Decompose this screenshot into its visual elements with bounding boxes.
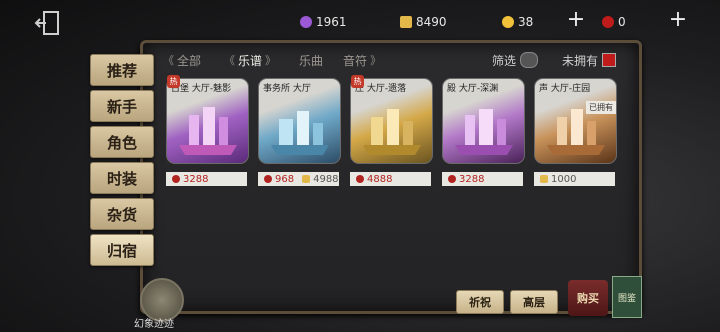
side-tab-goods[interactable]: 杂货 bbox=[90, 198, 154, 230]
buy-button[interactable]: 购买 bbox=[568, 280, 608, 316]
puzzle-currency: 8490 bbox=[400, 12, 447, 32]
price-tag: 4888 bbox=[350, 172, 431, 186]
item-art: 声 大厅-庄园 已拥有 bbox=[534, 78, 617, 164]
item-card[interactable]: 殿 大厅-深渊 3288 bbox=[442, 78, 525, 186]
filter-tab-all[interactable]: 《全部 bbox=[160, 52, 201, 69]
item-card[interactable]: 古堡 大厅-魅影 热 3288 bbox=[166, 75, 249, 186]
item-card[interactable]: 声 大厅-庄园 已拥有 1000 bbox=[534, 78, 617, 186]
owned-badge: 已拥有 bbox=[586, 101, 616, 114]
price-tag: 3288 bbox=[442, 172, 523, 186]
gold-currency: 38 bbox=[502, 12, 533, 32]
not-owned-checkbox[interactable] bbox=[602, 53, 616, 67]
item-art: 殿 大厅-深渊 bbox=[442, 78, 525, 164]
puzzle-icon bbox=[302, 175, 311, 183]
filter-tab-score[interactable]: 《乐谱》 bbox=[221, 52, 279, 69]
price-tag: 1000 bbox=[534, 172, 615, 186]
price-tag: 3288 bbox=[166, 172, 247, 186]
catalog-button[interactable]: 图鉴 bbox=[612, 276, 642, 318]
avatar-label: 幻象迹迹 bbox=[134, 319, 174, 330]
side-tab-character[interactable]: 角色 bbox=[90, 126, 154, 158]
music-box-art-icon bbox=[455, 109, 513, 155]
filter-bar: 《全部 《乐谱》 乐曲 音符》 bbox=[160, 48, 620, 72]
not-owned-label: 未拥有 bbox=[562, 54, 599, 68]
item-card[interactable]: 庄 大厅-遗落 热 4888 bbox=[350, 75, 433, 186]
red-token-icon bbox=[264, 175, 272, 183]
side-tab-home[interactable]: 归宿 bbox=[90, 234, 154, 266]
item-card[interactable]: 事务所 大厅 968 4988 bbox=[258, 78, 341, 186]
music-box-art-icon bbox=[179, 107, 237, 155]
item-art: 事务所 大厅 bbox=[258, 78, 341, 164]
high-button[interactable]: 高层 bbox=[510, 290, 558, 314]
side-tab-fashion[interactable]: 时装 bbox=[90, 162, 154, 194]
music-box-art-icon bbox=[271, 111, 329, 155]
purple-currency: 1961 bbox=[300, 12, 347, 32]
red-token-icon bbox=[602, 16, 614, 28]
filter-label: 筛选 bbox=[492, 54, 517, 68]
filter-tab-song[interactable]: 乐曲 bbox=[299, 52, 323, 69]
side-tab-recommend[interactable]: 推荐 bbox=[90, 54, 154, 86]
price-tag: 968 4988 bbox=[258, 172, 339, 186]
filter-tab-note[interactable]: 音符》 bbox=[343, 52, 384, 69]
red-token-icon bbox=[448, 175, 456, 183]
puzzle-icon bbox=[540, 175, 548, 183]
filter-toggle[interactable] bbox=[520, 52, 538, 68]
side-tab-newbie[interactable]: 新手 bbox=[90, 90, 154, 122]
add-red-button[interactable]: + bbox=[668, 9, 688, 31]
red-token-icon bbox=[172, 175, 180, 183]
music-box-art-icon bbox=[363, 109, 421, 155]
gold-coin-icon bbox=[502, 16, 514, 28]
add-gold-button[interactable]: + bbox=[566, 9, 586, 31]
exit-door-icon[interactable] bbox=[34, 10, 64, 38]
item-art: 庄 大厅-遗落 bbox=[350, 78, 433, 164]
item-art: 古堡 大厅-魅影 bbox=[166, 78, 249, 164]
pray-button[interactable]: 祈祝 bbox=[456, 290, 504, 314]
red-currency: 0 bbox=[602, 12, 626, 32]
red-token-icon bbox=[356, 175, 364, 183]
puzzle-icon bbox=[400, 16, 412, 28]
purple-gem-icon bbox=[300, 16, 312, 28]
